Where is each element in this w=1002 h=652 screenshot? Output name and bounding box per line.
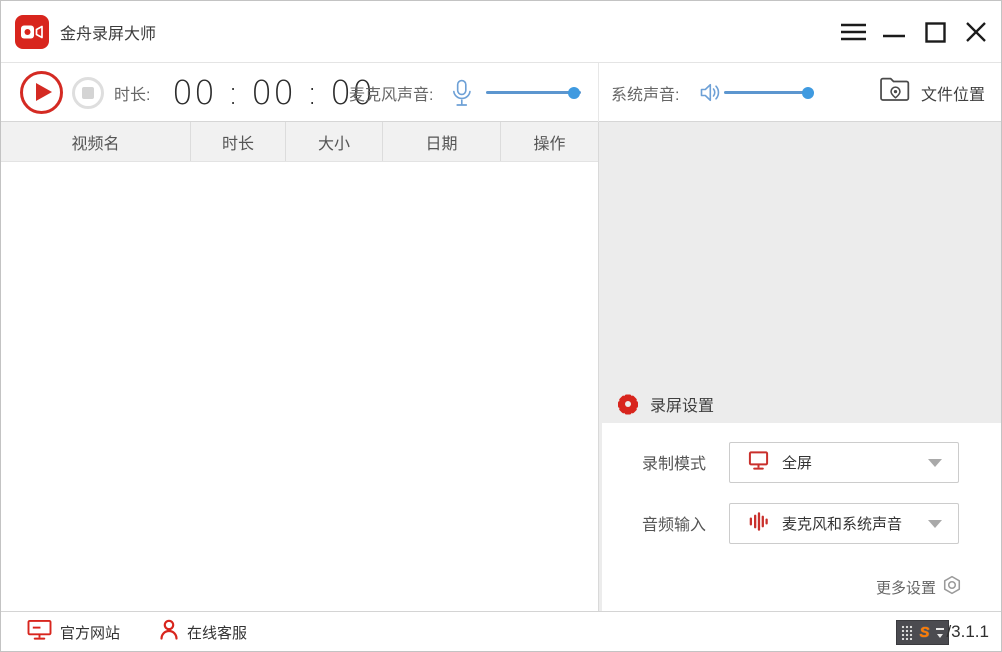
settings-box: 录制模式 全屏 音频输入 麦克风和系统声音 更多设置	[602, 423, 1001, 613]
minimize-icon[interactable]	[879, 17, 909, 47]
main-area: 视频名 时长 大小 日期 操作 录屏设置 录制模式 全屏 音频输入 麦克风和系统…	[1, 122, 1001, 613]
close-icon[interactable]	[961, 17, 991, 47]
system-volume-slider-thumb[interactable]	[802, 86, 814, 99]
record-button[interactable]	[20, 71, 63, 114]
stop-icon	[82, 87, 94, 99]
monitor-icon	[748, 450, 769, 476]
online-support-link[interactable]: 在线客服	[159, 612, 248, 651]
folder-location-icon	[879, 77, 912, 109]
mic-volume-slider-thumb[interactable]	[568, 86, 580, 99]
sogou-s-icon: S	[919, 624, 930, 641]
mic-volume-label: 麦克风声音:	[349, 86, 434, 104]
column-header-video-name: 视频名	[1, 122, 191, 161]
duration-timer: 00 : 00 : 00	[172, 73, 375, 112]
chevron-down-icon	[928, 458, 942, 467]
app-title: 金舟录屏大师	[60, 25, 157, 43]
audio-input-label: 音频输入	[642, 517, 707, 534]
statusbar: 官方网站 在线客服 S /3.1.1	[1, 611, 1001, 651]
toolbar-divider	[598, 63, 599, 122]
titlebar: 金舟录屏大师	[1, 1, 1001, 63]
duration-label: 时长:	[114, 86, 151, 104]
chevron-down-icon	[928, 519, 942, 528]
settings-header: 录屏设置	[617, 392, 714, 416]
version-text: /3.1.1	[946, 622, 989, 641]
microphone-icon	[450, 79, 473, 113]
speaker-icon	[700, 82, 721, 108]
toolbar: 时长: 00 : 00 : 00 麦克风声音: 系统声音: 文件位置	[1, 63, 1001, 122]
more-settings-button[interactable]: 更多设置	[876, 573, 962, 601]
audio-input-value: 麦克风和系统声音	[782, 516, 903, 533]
waveform-icon	[748, 511, 769, 537]
settings-header-label: 录屏设置	[650, 398, 715, 415]
maximize-icon[interactable]	[920, 17, 950, 47]
window-controls	[838, 1, 991, 63]
system-volume-label: 系统声音:	[611, 86, 680, 104]
online-support-label: 在线客服	[187, 624, 248, 642]
column-header-size: 大小	[286, 122, 383, 161]
gear-icon	[617, 393, 639, 415]
table-header-row: 视频名 时长 大小 日期 操作	[1, 122, 598, 162]
mic-volume-slider[interactable]	[486, 86, 581, 99]
official-website-label: 官方网站	[60, 624, 121, 642]
play-icon	[36, 83, 52, 101]
hex-settings-icon	[942, 575, 962, 599]
table-body-empty	[1, 162, 598, 613]
input-method-tray[interactable]: S	[896, 620, 949, 645]
audio-input-dropdown[interactable]: 麦克风和系统声音	[729, 503, 959, 544]
ime-minimize-icon	[936, 627, 944, 638]
app-window: 金舟录屏大师 时长: 00 : 00 : 00 麦克风声音: 系统声音: 文件位…	[0, 0, 1002, 652]
column-header-actions: 操作	[533, 135, 566, 153]
recordings-table: 视频名 时长 大小 日期 操作	[1, 122, 598, 613]
ime-drag-handle-icon	[901, 625, 913, 640]
column-header-date: 日期	[383, 122, 501, 161]
record-mode-value: 全屏	[782, 455, 813, 472]
settings-panel: 录屏设置 录制模式 全屏 音频输入 麦克风和系统声音 更多设置	[598, 122, 1001, 613]
website-monitor-icon	[27, 619, 52, 645]
file-location-button[interactable]: 文件位置	[879, 63, 985, 122]
menu-icon[interactable]	[838, 17, 868, 47]
stop-button[interactable]	[72, 77, 104, 109]
file-location-label: 文件位置	[920, 86, 985, 104]
person-icon	[159, 619, 179, 645]
official-website-link[interactable]: 官方网站	[27, 612, 121, 651]
app-logo-camera-icon	[15, 14, 49, 49]
more-settings-label: 更多设置	[875, 579, 936, 597]
record-mode-dropdown[interactable]: 全屏	[729, 442, 959, 483]
column-header-duration: 时长	[191, 122, 286, 161]
system-volume-slider[interactable]	[724, 86, 814, 99]
record-mode-label: 录制模式	[642, 456, 707, 473]
